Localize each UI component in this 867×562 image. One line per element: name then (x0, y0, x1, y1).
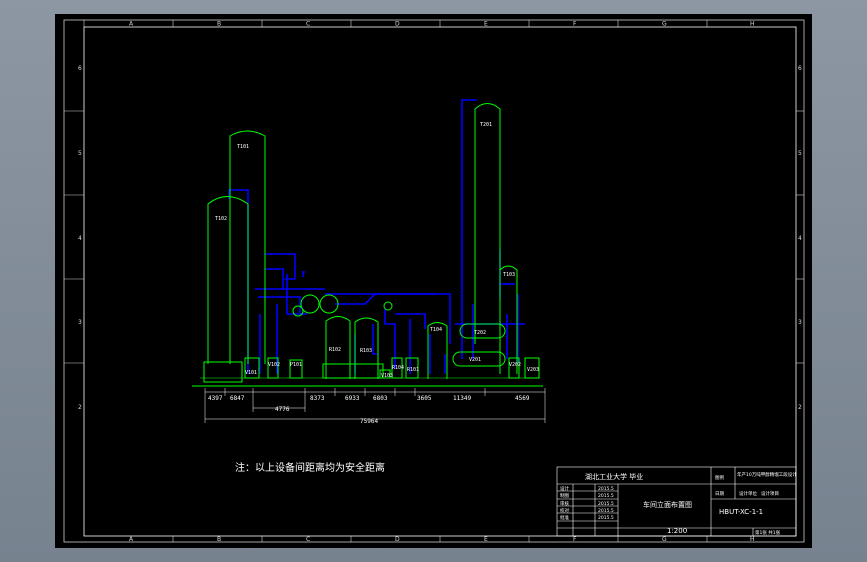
equipment (203, 103, 540, 383)
row-label-3-right: 3 (798, 319, 802, 326)
role-approve: 批准 (560, 514, 569, 521)
label-v101: V101 (245, 370, 257, 376)
col-label-d-bottom: D (395, 536, 400, 543)
zone-grid: A B C D E F G H A B C D E F G H 6 5 4 3 … (64, 20, 804, 543)
title-block-text: 湖北工业大学 毕业 车间立面布置图 1:200 HBUT-XC-1-1 年产10… (560, 471, 797, 536)
label-t202: T202 (474, 330, 486, 336)
row-label-4-left: 4 (78, 235, 82, 242)
row-label-5-right: 5 (798, 150, 802, 157)
row-label-2-left: 2 (78, 404, 82, 411)
label-v202: V202 (509, 362, 521, 368)
row-label-6-right: 6 (798, 65, 802, 72)
cell-unit: 设计单位 (739, 490, 757, 497)
label-r102: R102 (329, 347, 341, 353)
col-label-g-top: G (662, 21, 667, 28)
row-label-6-left: 6 (78, 65, 82, 72)
label-t102: T102 (215, 216, 227, 222)
dimension-texts: 4397 6847 4776 8373 6933 6803 3605 11349… (208, 395, 530, 425)
label-v103: V103 (381, 373, 393, 379)
label-t201: T201 (480, 122, 492, 128)
date-1: 2015.5 (598, 486, 614, 492)
dim-6: 6803 (373, 395, 388, 402)
label-r101: R101 (407, 367, 419, 373)
cell-legend: 图例 (715, 474, 724, 481)
exchanger-4 (383, 301, 393, 311)
label-r104: R104 (392, 365, 404, 371)
date-4: 2015.5 (598, 508, 614, 514)
dim-1: 4397 (208, 395, 223, 402)
label-r103: R103 (360, 348, 372, 354)
date-5: 2015.5 (598, 515, 614, 521)
safety-note: 注：以上设备间距离均为安全距离 (235, 461, 385, 474)
col-label-a-top: A (129, 21, 134, 28)
dim-7: 3605 (417, 395, 432, 402)
col-label-f-bottom: F (573, 536, 577, 543)
col-label-c-top: C (306, 21, 310, 28)
label-t101: T101 (237, 144, 249, 150)
inner-frame (83, 26, 797, 537)
drawing-number: HBUT-XC-1-1 (719, 508, 763, 516)
role-design: 设计 (560, 485, 569, 492)
date-2: 2015.5 (598, 493, 614, 499)
col-label-f-top: F (573, 21, 577, 28)
row-label-3-left: 3 (78, 319, 82, 326)
date-3: 2015.5 (598, 501, 614, 507)
row-label-2-right: 2 (798, 404, 802, 411)
school-name: 湖北工业大学 毕业 (585, 472, 643, 481)
col-label-h-bottom: H (750, 536, 755, 543)
role-drafting: 制图 (560, 492, 569, 499)
drawing-scale: 1:200 (667, 527, 687, 535)
exchanger-1 (300, 294, 320, 314)
dim-9: 4569 (515, 395, 530, 402)
sheet-info: 第1张 共1张 (755, 529, 781, 536)
col-label-g-bottom: G (662, 536, 667, 543)
project-description: 年产10万吨甲醇精馏工段设计 (737, 471, 797, 478)
dim-3: 4776 (275, 406, 290, 413)
cell-date: 日期 (715, 491, 724, 497)
dim-total: 75964 (360, 418, 378, 425)
label-v102: V102 (268, 362, 280, 368)
column-t201 (474, 103, 501, 344)
cell-project: 设计项目 (761, 490, 779, 497)
dim-5: 6933 (345, 395, 360, 402)
column-t102 (207, 196, 249, 364)
col-label-b-bottom: B (217, 536, 221, 543)
equipment-labels: T101 T102 T201 T103 T104 T202 V201 R102 … (215, 122, 539, 379)
col-label-h-top: H (750, 21, 755, 28)
col-label-e-top: E (484, 21, 488, 28)
role-review: 审核 (560, 500, 569, 507)
row-label-4-right: 4 (798, 235, 802, 242)
label-v203: V203 (527, 367, 539, 373)
reactor-base (322, 363, 384, 379)
role-check: 校对 (560, 507, 569, 514)
col-label-c-bottom: C (306, 536, 310, 543)
cad-drawing: A B C D E F G H A B C D E F G H 6 5 4 3 … (63, 19, 805, 543)
dim-4: 8373 (310, 395, 325, 402)
outer-frame (63, 19, 805, 543)
col-label-e-bottom: E (484, 536, 488, 543)
label-t103: T103 (503, 272, 515, 278)
label-v201: V201 (469, 357, 481, 363)
col-label-d-top: D (395, 21, 400, 28)
col-label-b-top: B (217, 21, 221, 28)
drawing-title: 车间立面布置图 (643, 500, 692, 509)
label-p101: P101 (290, 362, 302, 368)
row-label-5-left: 5 (78, 150, 82, 157)
drawing-sheet: A B C D E F G H A B C D E F G H 6 5 4 3 … (55, 14, 812, 548)
label-t104: T104 (430, 327, 442, 333)
column-t102-base (203, 361, 243, 383)
dim-8: 11349 (453, 395, 471, 402)
dim-2: 6847 (230, 395, 245, 402)
